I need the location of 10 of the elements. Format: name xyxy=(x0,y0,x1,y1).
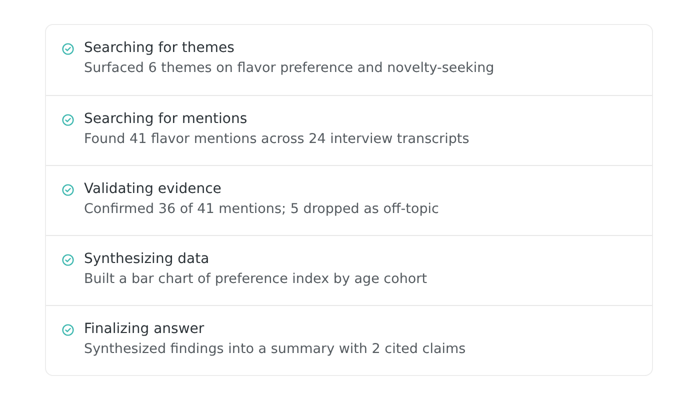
step-detail: Built a bar chart of preference index by age cohort xyxy=(84,271,428,287)
step-detail: Confirmed 36 of 41 mentions; 5 dropped as off-topic xyxy=(84,201,439,217)
step-detail: Surfaced 6 themes on flavor preference and novelty-seeking xyxy=(84,60,494,76)
step-detail: Found 41 flavor mentions across 24 interview transcripts xyxy=(84,131,470,147)
step-title: Searching for themes xyxy=(84,40,236,56)
step-detail: Synthesized findings into a summary with 2 cited claims xyxy=(84,341,466,357)
step-title: Synthesizing data xyxy=(84,251,210,267)
step-title: Finalizing answer xyxy=(84,321,206,337)
step-title: Validating evidence xyxy=(84,181,222,197)
step-title: Searching for mentions xyxy=(84,111,248,127)
